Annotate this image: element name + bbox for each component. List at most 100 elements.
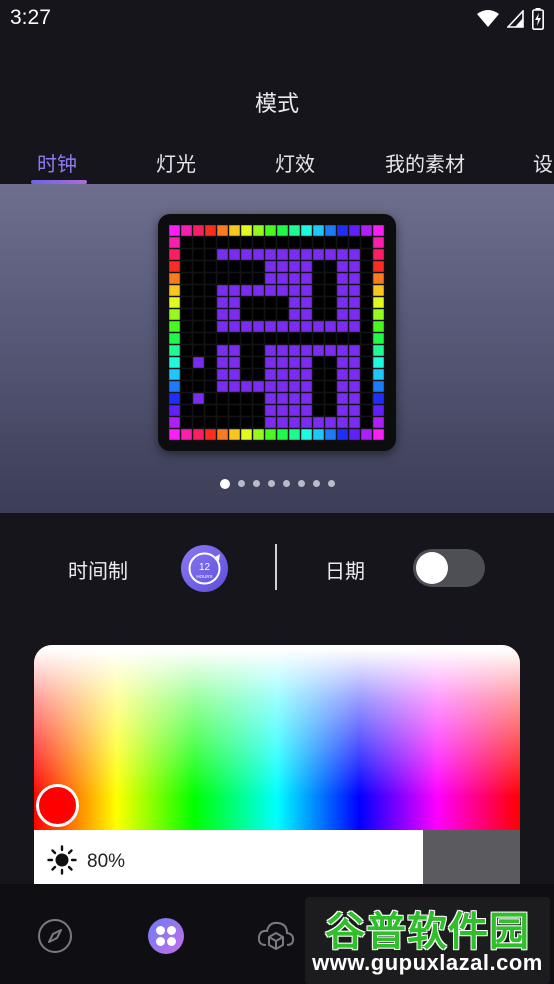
pixel-off — [312, 380, 325, 393]
pixel-digit — [228, 296, 241, 309]
pixel-border — [348, 428, 361, 441]
pixel-off — [324, 404, 337, 417]
pixel-digit — [240, 248, 253, 261]
pixel-off — [192, 368, 205, 381]
pixel-digit — [348, 320, 361, 333]
pixel-digit — [348, 272, 361, 285]
pixel-border — [276, 225, 289, 237]
pixel-off — [180, 320, 193, 333]
tab-effect[interactable]: 灯效 — [275, 148, 315, 177]
pixel-off — [204, 404, 217, 417]
pixel-off — [324, 332, 337, 345]
pixel-digit — [216, 296, 229, 309]
pixel-off — [180, 380, 193, 393]
pixel-digit — [336, 404, 349, 417]
pixel-off — [360, 308, 373, 321]
pixel-digit — [336, 272, 349, 285]
pixel-off — [324, 272, 337, 285]
pixel-off — [324, 368, 337, 381]
nav-item-cloud[interactable] — [256, 916, 296, 956]
pixel-digit — [216, 368, 229, 381]
pixel-border — [372, 225, 385, 237]
pixel-digit — [216, 356, 229, 369]
clock-preview-carousel[interactable] — [0, 184, 554, 513]
pixel-off — [180, 248, 193, 261]
pixel-off — [312, 404, 325, 417]
status-bar: 3:27 — [0, 0, 554, 38]
pixel-digit — [348, 260, 361, 273]
pixel-digit — [228, 284, 241, 297]
pixel-border — [169, 344, 181, 357]
pixel-off — [312, 308, 325, 321]
pixel-digit — [276, 272, 289, 285]
pixel-border — [169, 225, 181, 237]
pixel-off — [360, 248, 373, 261]
pixel-off — [252, 260, 265, 273]
pixel-off — [264, 308, 277, 321]
pixel-border — [372, 248, 385, 261]
pixel-off — [312, 332, 325, 345]
tab-light[interactable]: 灯光 — [156, 148, 196, 177]
color-picker-handle[interactable] — [36, 784, 79, 827]
status-time: 3:27 — [10, 6, 51, 29]
pixel-off — [216, 392, 229, 405]
pixel-off — [228, 404, 241, 417]
mode-tabs: 时钟 灯光 灯效 我的素材 设 — [0, 140, 554, 184]
pixel-off — [240, 404, 253, 417]
pixel-digit — [312, 248, 325, 261]
tab-my-materials[interactable]: 我的素材 — [385, 148, 465, 177]
pixel-digit — [264, 272, 277, 285]
pixel-digit — [336, 392, 349, 405]
pixel-digit — [336, 368, 349, 381]
date-toggle[interactable] — [413, 549, 485, 587]
pixel-border — [169, 428, 181, 441]
pixel-off — [180, 260, 193, 273]
pixel-digit — [336, 260, 349, 273]
pixel-border — [169, 296, 181, 309]
date-label: 日期 — [325, 559, 365, 583]
pixel-off — [192, 320, 205, 333]
tab-clock[interactable]: 时钟 — [37, 148, 77, 177]
pixel-digit — [336, 416, 349, 429]
pixel-border — [240, 225, 253, 237]
pixel-off — [288, 332, 301, 345]
pixel-off — [180, 272, 193, 285]
pixel-off — [324, 296, 337, 309]
pixel-digit — [216, 344, 229, 357]
pixel-digit — [264, 368, 277, 381]
pixel-off — [240, 416, 253, 429]
pixel-border — [169, 284, 181, 297]
svg-text:12: 12 — [199, 562, 211, 573]
pixel-off — [276, 236, 289, 249]
pixel-digit — [336, 308, 349, 321]
pixel-border — [324, 428, 337, 441]
pixel-digit — [264, 392, 277, 405]
pixel-digit — [264, 260, 277, 273]
tab-settings[interactable]: 设 — [533, 148, 553, 177]
pixel-off — [252, 308, 265, 321]
pixel-digit — [300, 296, 313, 309]
pixel-off — [204, 344, 217, 357]
nav-item-discover[interactable] — [35, 916, 75, 956]
pixel-off — [240, 308, 253, 321]
pixel-digit — [216, 284, 229, 297]
pixel-border — [372, 284, 385, 297]
brightness-slider[interactable]: 80% — [34, 830, 520, 885]
grid-petals-icon — [148, 918, 184, 954]
pixel-border — [216, 428, 229, 441]
pixel-border — [372, 356, 385, 369]
pixel-border — [288, 428, 301, 441]
pixel-border — [192, 428, 205, 441]
pixel-digit — [288, 380, 301, 393]
time-format-button[interactable]: 12 HOURS — [181, 545, 228, 592]
watermark-url: www.gupuxlazal.com — [312, 950, 543, 975]
pixel-off — [336, 236, 349, 249]
pixel-off — [312, 260, 325, 273]
pixel-border — [169, 368, 181, 381]
pixel-digit — [300, 392, 313, 405]
pixel-off — [228, 332, 241, 345]
pixel-digit — [288, 296, 301, 309]
nav-item-modes[interactable] — [146, 916, 186, 956]
pixel-digit — [300, 416, 313, 429]
pixel-border — [216, 225, 229, 237]
